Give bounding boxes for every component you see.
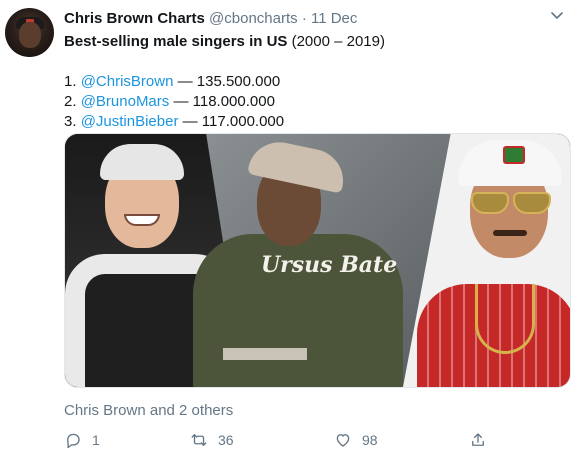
ranking-prefix: 3. xyxy=(64,113,81,130)
like-button[interactable]: 98 xyxy=(334,430,378,450)
mention-link[interactable]: @BrunoMars xyxy=(81,93,170,110)
like-count: 98 xyxy=(362,432,378,448)
right-person-sunglasses xyxy=(467,192,555,214)
sunglasses-lens-left xyxy=(471,192,509,214)
sunglasses-lens-right xyxy=(513,192,551,214)
ranking-value: — 118.000.000 xyxy=(169,93,275,110)
ranking-prefix: 2. xyxy=(64,93,81,110)
headline-rest: (2000 – 2019) xyxy=(287,33,385,50)
like-icon xyxy=(336,434,350,447)
mention-link[interactable]: @ChrisBrown xyxy=(81,73,174,90)
hoodie-print: Ursus Bate xyxy=(261,252,398,278)
left-person-cap xyxy=(100,144,184,180)
ranking-prefix: 1. xyxy=(64,73,81,90)
right-person-cap-patch xyxy=(503,146,525,164)
tweet-header: Chris Brown Charts @cboncharts · 11 Dec xyxy=(64,10,357,27)
tweet-text: Best-selling male singers in US (2000 – … xyxy=(64,32,569,132)
reply-icon xyxy=(67,433,80,449)
tweet-actions: 1 36 98 xyxy=(64,430,494,450)
retweet-icon xyxy=(191,434,207,446)
ranking-item: 1. @ChrisBrown — 135.500.000 xyxy=(64,72,569,92)
mention-link[interactable]: @JustinBieber xyxy=(81,113,179,130)
middle-person-belt xyxy=(223,348,307,360)
tweet-photo[interactable]: Ursus Bate xyxy=(64,133,571,388)
reply-count: 1 xyxy=(92,432,100,448)
author-handle[interactable]: @cboncharts xyxy=(209,10,298,27)
headline-bold: Best-selling male singers in US xyxy=(64,33,288,50)
tweet-date[interactable]: 11 Dec xyxy=(311,10,357,27)
share-icon xyxy=(472,433,484,446)
right-person-chain xyxy=(475,284,535,354)
ranking-item: 3. @JustinBieber — 117.000.000 xyxy=(64,112,569,132)
retweet-count: 36 xyxy=(218,432,234,448)
reply-button[interactable]: 1 xyxy=(64,430,100,450)
share-button[interactable] xyxy=(469,430,487,450)
ranking-value: — 135.500.000 xyxy=(173,73,281,90)
avatar-face xyxy=(19,22,41,48)
retweet-button[interactable]: 36 xyxy=(190,430,234,450)
author-name[interactable]: Chris Brown Charts xyxy=(64,10,205,27)
separator-dot: · xyxy=(301,10,307,27)
chevron-down-icon[interactable] xyxy=(551,12,563,20)
headline: Best-selling male singers in US (2000 – … xyxy=(64,32,569,52)
ranking-value: — 117.000.000 xyxy=(178,113,285,130)
ranking-item: 2. @BrunoMars — 118.000.000 xyxy=(64,92,569,112)
author-avatar[interactable] xyxy=(5,8,54,57)
social-context[interactable]: Chris Brown and 2 others xyxy=(64,402,233,419)
right-person-mustache xyxy=(493,230,527,236)
